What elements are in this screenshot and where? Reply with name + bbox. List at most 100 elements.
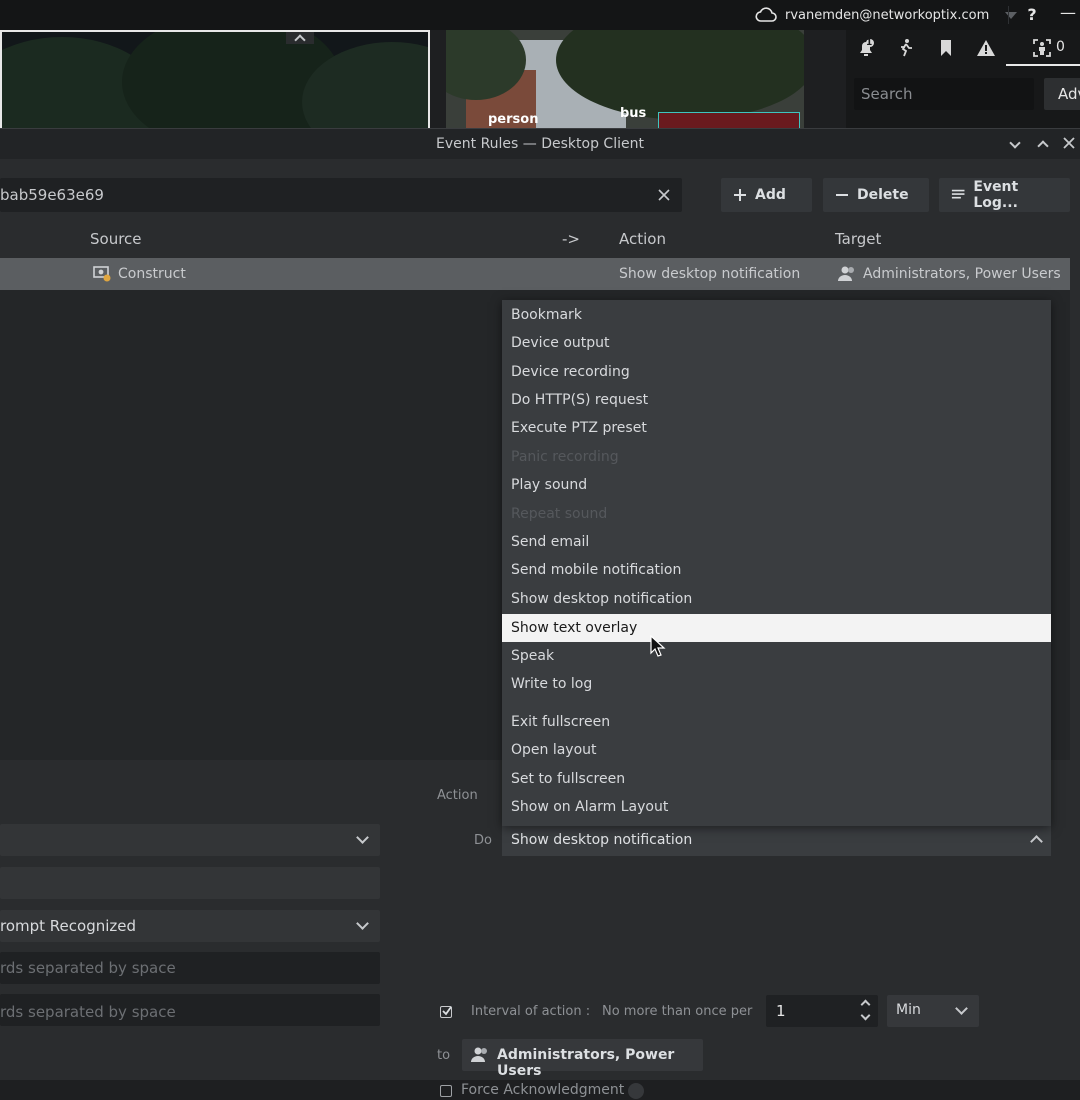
- minimize-button[interactable]: —: [1060, 3, 1080, 27]
- interval-value-spinbox[interactable]: 1: [766, 995, 878, 1027]
- dialog-title: Event Rules — Desktop Client: [436, 136, 644, 152]
- close-button[interactable]: [1058, 132, 1080, 154]
- event-prompt-select[interactable]: rompt Recognized: [0, 910, 380, 942]
- cloud-icon: [755, 7, 777, 22]
- event-log-button[interactable]: Event Log...: [939, 178, 1070, 212]
- event-source-field[interactable]: [0, 867, 380, 899]
- chevron-down-icon: [1009, 137, 1021, 149]
- checkmark-icon: [442, 1006, 452, 1016]
- minus-icon: [836, 194, 848, 196]
- column-header-source[interactable]: Source: [90, 230, 142, 248]
- column-header-target[interactable]: Target: [835, 230, 881, 248]
- event-log-label: Event Log...: [973, 179, 1019, 211]
- search-placeholder: Search: [861, 85, 913, 103]
- keywords-placeholder-1: rds separated by space: [0, 959, 176, 977]
- action-type-dropdown: Bookmark Device output Device recording …: [502, 300, 1051, 826]
- chevron-up-icon: [1030, 835, 1043, 848]
- right-panel-tabs: 1 0: [846, 30, 1080, 66]
- right-panel: 1 0 Search Adv: [846, 30, 1080, 128]
- target-users-value: Administrators, Power Users: [497, 1047, 675, 1079]
- force-ack-checkbox[interactable]: [440, 1085, 452, 1097]
- motion-tab[interactable]: [886, 30, 926, 66]
- rule-filter-input[interactable]: bab59e63e69: [0, 178, 682, 212]
- users-icon: [838, 266, 854, 281]
- filter-value: bab59e63e69: [0, 186, 104, 204]
- objects-tab[interactable]: 0: [1006, 30, 1080, 66]
- target-users-button[interactable]: Administrators, Power Users: [462, 1039, 703, 1079]
- dropdown-item-text-overlay[interactable]: Show text overlay: [502, 614, 1051, 642]
- dropdown-item-bookmark[interactable]: Bookmark: [502, 301, 1051, 329]
- object-label-bus: bus: [620, 106, 647, 121]
- object-detection-icon: [1033, 39, 1051, 57]
- keywords-input-1[interactable]: rds separated by space: [0, 952, 380, 984]
- dropdown-item-ptz-preset[interactable]: Execute PTZ preset: [502, 414, 1051, 442]
- clear-icon[interactable]: [658, 189, 670, 201]
- keywords-placeholder-2: rds separated by space: [0, 1003, 176, 1021]
- dropdown-item-speak[interactable]: Speak: [502, 642, 1051, 670]
- help-button[interactable]: ?: [1022, 3, 1042, 27]
- keywords-input-2[interactable]: rds separated by space: [0, 994, 380, 1026]
- dropdown-item-open-layout[interactable]: Open layout: [502, 736, 1051, 764]
- rule-source: Construct: [118, 266, 186, 282]
- force-ack-label: Force Acknowledgment: [461, 1082, 625, 1098]
- dropdown-item-http-request[interactable]: Do HTTP(S) request: [502, 386, 1051, 414]
- plus-icon: [734, 189, 746, 201]
- video-tile-1[interactable]: [0, 30, 430, 128]
- advanced-label: Adv: [1058, 85, 1080, 103]
- running-person-icon: [901, 39, 912, 57]
- chevron-down-icon: [955, 1002, 968, 1015]
- dropdown-item-mobile-notification[interactable]: Send mobile notification: [502, 556, 1051, 584]
- interval-unit-select[interactable]: Min: [887, 995, 979, 1027]
- help-circle-icon[interactable]: [627, 1082, 645, 1100]
- add-button[interactable]: Add: [721, 178, 812, 212]
- account-email: rvanemden@networkoptix.com: [785, 7, 990, 23]
- chevron-down-icon: [356, 831, 369, 844]
- notifications-tab[interactable]: 1: [846, 30, 886, 66]
- mouse-cursor-icon: [650, 635, 666, 657]
- maximize-button[interactable]: [1032, 132, 1054, 154]
- delete-button[interactable]: Delete: [823, 178, 929, 212]
- dropdown-item-device-output[interactable]: Device output: [502, 329, 1051, 357]
- interval-label: Interval of action :: [471, 1004, 591, 1019]
- event-type-select[interactable]: [0, 824, 380, 856]
- close-icon: [1063, 137, 1075, 149]
- event-prompt-value: rompt Recognized: [0, 917, 137, 935]
- collapse-button[interactable]: [1004, 132, 1026, 154]
- video-tile-2[interactable]: person bus: [446, 30, 804, 128]
- rule-action: Show desktop notification: [619, 266, 801, 282]
- advanced-button[interactable]: Adv: [1044, 78, 1080, 110]
- object-label-person: person: [488, 112, 539, 127]
- action-type-select[interactable]: Show desktop notification: [502, 826, 1051, 856]
- dropdown-item-device-recording[interactable]: Device recording: [502, 358, 1051, 386]
- interval-unit: Min: [896, 1002, 921, 1018]
- account-menu[interactable]: rvanemden@networkoptix.com: [755, 3, 1018, 27]
- dropdown-item-exit-fullscreen[interactable]: Exit fullscreen: [502, 708, 1051, 736]
- dropdown-item-write-to-log[interactable]: Write to log: [502, 670, 1051, 698]
- bookmarks-tab[interactable]: [926, 30, 966, 66]
- spin-down-icon[interactable]: [860, 1010, 871, 1021]
- dropdown-item-play-sound[interactable]: Play sound: [502, 471, 1051, 499]
- chevron-down-icon: [356, 917, 369, 930]
- divider: [1008, 6, 1009, 24]
- column-header-action[interactable]: Action: [619, 230, 666, 248]
- table-row[interactable]: Construct Show desktop notification Admi…: [0, 258, 1070, 290]
- bus-bounding-box: [658, 112, 800, 128]
- chevron-up-icon: [294, 34, 306, 46]
- spin-up-icon[interactable]: [860, 999, 871, 1010]
- interval-mode: No more than once per: [602, 1004, 753, 1019]
- dialog-title-bar: Event Rules — Desktop Client: [0, 128, 1080, 159]
- column-header-arrow: ->: [562, 230, 580, 248]
- camera-icon: [93, 266, 111, 282]
- rule-target: Administrators, Power Users: [863, 266, 1061, 282]
- dropdown-item-set-fullscreen[interactable]: Set to fullscreen: [502, 765, 1051, 793]
- dropdown-item-alarm-layout[interactable]: Show on Alarm Layout: [502, 793, 1051, 821]
- events-tab[interactable]: [966, 30, 1006, 66]
- dropdown-item-send-email[interactable]: Send email: [502, 528, 1051, 556]
- warning-icon: [977, 40, 995, 56]
- dropdown-item-desktop-notification[interactable]: Show desktop notification: [502, 585, 1051, 613]
- chevron-up-icon: [1037, 139, 1049, 152]
- objects-tab-count: 0: [1056, 39, 1065, 55]
- client-top-bar: rvanemden@networkoptix.com ? —: [0, 0, 1080, 30]
- collapse-handle[interactable]: [286, 32, 314, 46]
- search-input[interactable]: Search: [854, 78, 1034, 110]
